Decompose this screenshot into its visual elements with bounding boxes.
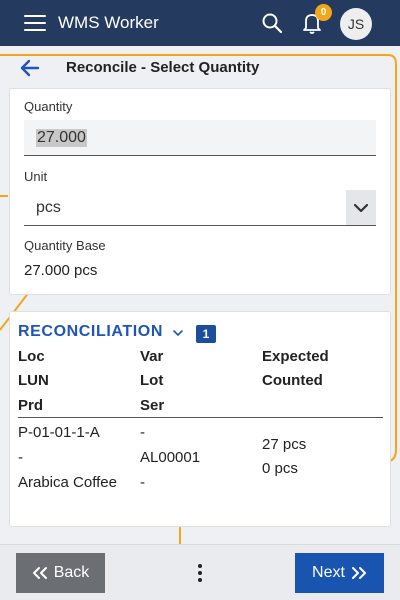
page-header: Reconcile - Select Quantity bbox=[0, 46, 400, 88]
top-app-bar: WMS Worker 0 JS bbox=[0, 0, 400, 46]
cell-counted: 0 pcs bbox=[262, 460, 298, 477]
next-button-label: Next bbox=[312, 564, 345, 581]
column-header-prd: Prd bbox=[18, 397, 44, 414]
hamburger-icon[interactable] bbox=[24, 13, 46, 33]
quantity-card: Quantity 27.000 Unit pcs Quantity Base 2… bbox=[9, 88, 391, 295]
table-divider bbox=[18, 417, 383, 418]
unit-select[interactable]: pcs bbox=[24, 190, 376, 226]
chevron-down-icon[interactable] bbox=[172, 327, 184, 339]
column-header-lun: LUN bbox=[18, 372, 49, 389]
cell-expected: 27 pcs bbox=[262, 436, 307, 453]
page-title: Reconcile - Select Quantity bbox=[66, 59, 260, 76]
quantity-input[interactable]: 27.000 bbox=[24, 120, 376, 156]
quantity-base-value: 27.000 pcs bbox=[24, 262, 98, 279]
reconciliation-card: RECONCILIATION 1 Loc LUN Prd Var Lot Ser… bbox=[9, 311, 391, 527]
column-header-expected: Expected bbox=[262, 348, 329, 365]
reconciliation-title[interactable]: RECONCILIATION bbox=[18, 323, 163, 341]
quantity-base-label: Quantity Base bbox=[24, 238, 106, 253]
app-title: WMS Worker bbox=[58, 13, 159, 32]
cell-serial: - bbox=[140, 474, 145, 491]
column-header-loc: Loc bbox=[18, 348, 45, 365]
chevron-down-icon bbox=[353, 203, 369, 213]
quantity-value: 27.000 bbox=[36, 129, 87, 147]
cell-lot: AL00001 bbox=[140, 449, 201, 466]
column-header-lot: Lot bbox=[140, 372, 164, 389]
bottom-action-bar: Back Next bbox=[0, 544, 400, 600]
column-header-ser: Ser bbox=[140, 397, 165, 414]
avatar[interactable]: JS bbox=[340, 8, 372, 40]
back-button-label: Back bbox=[53, 564, 90, 581]
unit-label: Unit bbox=[24, 169, 48, 184]
column-header-var: Var bbox=[140, 348, 164, 365]
next-button[interactable]: Next bbox=[295, 553, 384, 593]
column-header-counted: Counted bbox=[262, 372, 323, 389]
reconciliation-count-badge: 1 bbox=[196, 325, 216, 343]
cell-product: Arabica Coffee bbox=[18, 474, 117, 491]
quantity-label: Quantity bbox=[24, 99, 73, 114]
cell-lun: - bbox=[18, 449, 23, 466]
cell-location: P-01-01-1-A bbox=[18, 424, 100, 441]
cell-variant: - bbox=[140, 424, 145, 441]
search-icon[interactable] bbox=[260, 11, 284, 35]
arrow-left-icon[interactable] bbox=[18, 56, 42, 80]
double-chevron-right-icon bbox=[351, 567, 366, 579]
unit-value: pcs bbox=[36, 199, 61, 216]
back-button[interactable]: Back bbox=[16, 553, 105, 593]
notification-badge: 0 bbox=[315, 4, 332, 21]
double-chevron-left-icon bbox=[32, 567, 47, 579]
unit-dropdown-button[interactable] bbox=[346, 190, 376, 225]
kebab-icon[interactable] bbox=[190, 561, 210, 585]
